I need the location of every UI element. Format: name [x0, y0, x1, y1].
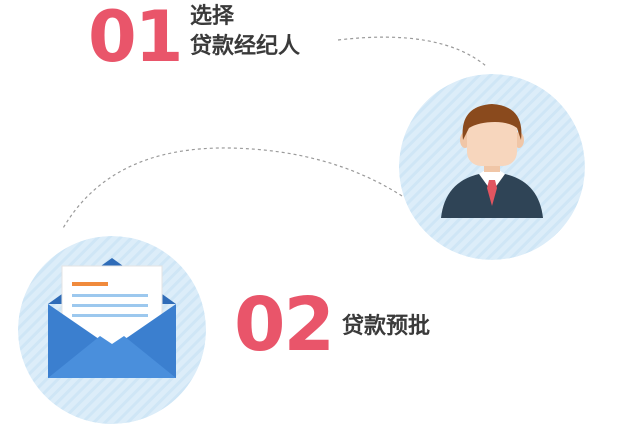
- step-1-label: 选择 贷款经纪人: [190, 2, 300, 62]
- connector-line-2: [61, 147, 403, 231]
- step-1-label-line2: 贷款经纪人: [190, 34, 301, 59]
- step-2-number: 02: [234, 282, 335, 368]
- process-steps: 01 选择 贷款经纪人 02 贷款预批: [0, 0, 640, 424]
- envelope-letter-icon: [18, 236, 206, 424]
- step-1-label-line1: 选择: [190, 4, 235, 29]
- agent-circle: [399, 74, 585, 260]
- step-2-label: 贷款预批: [342, 314, 431, 339]
- step-1-number: 01: [88, 0, 183, 78]
- envelope-circle: [18, 236, 206, 424]
- connector-line-1: [337, 36, 487, 67]
- agent-icon: [399, 74, 585, 260]
